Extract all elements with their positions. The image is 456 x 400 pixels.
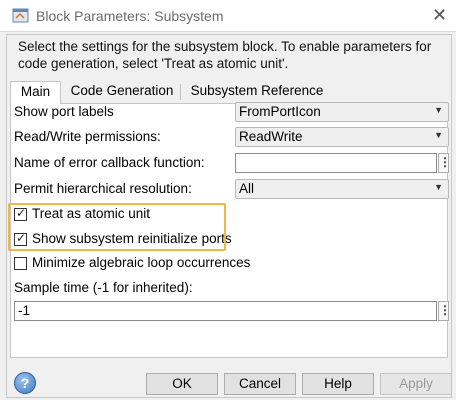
chevron-down-icon: ▼ — [434, 130, 443, 140]
rw-permissions-value: ReadWrite — [239, 129, 303, 144]
error-callback-field[interactable] — [235, 153, 437, 173]
ok-button[interactable]: OK — [146, 373, 218, 395]
tab-divider — [180, 84, 181, 100]
sample-time-value: -1 — [18, 303, 31, 318]
atomic-unit-checkbox[interactable]: ✓ — [14, 206, 27, 221]
hier-resolution-value: All — [239, 181, 255, 196]
minimize-loops-label: Minimize algebraic loop occurrences — [32, 255, 251, 270]
chevron-down-icon: ▼ — [434, 105, 443, 115]
show-port-labels-dropdown[interactable]: FromPortIcon ▼ — [235, 102, 449, 122]
tab-subsystem-reference[interactable]: Subsystem Reference — [183, 81, 331, 103]
hier-resolution-label: Permit hierarchical resolution: — [14, 181, 192, 196]
chevron-down-icon: ▼ — [434, 182, 443, 192]
atomic-unit-label: Treat as atomic unit — [32, 206, 151, 221]
sample-time-more-button[interactable]: ⋮ — [438, 301, 451, 321]
dialog-description: Select the settings for the subsystem bl… — [18, 39, 432, 71]
title-bar: Block Parameters: Subsystem ✕ — [0, 0, 456, 32]
reinit-ports-checkbox[interactable]: ✓ — [14, 231, 27, 246]
tab-code-generation[interactable]: Code Generation — [64, 81, 180, 103]
reinit-ports-label: Show subsystem reinitialize ports — [32, 231, 232, 246]
sample-time-field[interactable]: -1 — [14, 301, 437, 321]
check-icon: ✓ — [16, 206, 27, 220]
rw-permissions-label: Read/Write permissions: — [14, 129, 161, 144]
rw-permissions-dropdown[interactable]: ReadWrite ▼ — [235, 127, 449, 147]
apply-button[interactable]: Apply — [380, 373, 452, 395]
check-icon: ✓ — [16, 231, 27, 245]
error-callback-more-button[interactable]: ⋮ — [438, 153, 451, 173]
cancel-button[interactable]: Cancel — [224, 373, 296, 395]
window-title: Block Parameters: Subsystem — [36, 8, 224, 24]
close-icon[interactable]: ✕ — [432, 6, 447, 24]
show-port-labels-label: Show port labels — [14, 104, 114, 119]
sample-time-label: Sample time (-1 for inherited): — [14, 280, 193, 295]
minimize-loops-checkbox[interactable] — [14, 257, 27, 270]
matlab-block-icon — [12, 8, 29, 23]
show-port-labels-value: FromPortIcon — [239, 104, 321, 119]
hier-resolution-dropdown[interactable]: All ▼ — [235, 179, 449, 199]
help-button[interactable]: Help — [302, 373, 374, 395]
error-callback-label: Name of error callback function: — [14, 155, 205, 170]
tab-main[interactable]: Main — [10, 81, 61, 104]
help-icon[interactable]: ? — [14, 372, 36, 394]
